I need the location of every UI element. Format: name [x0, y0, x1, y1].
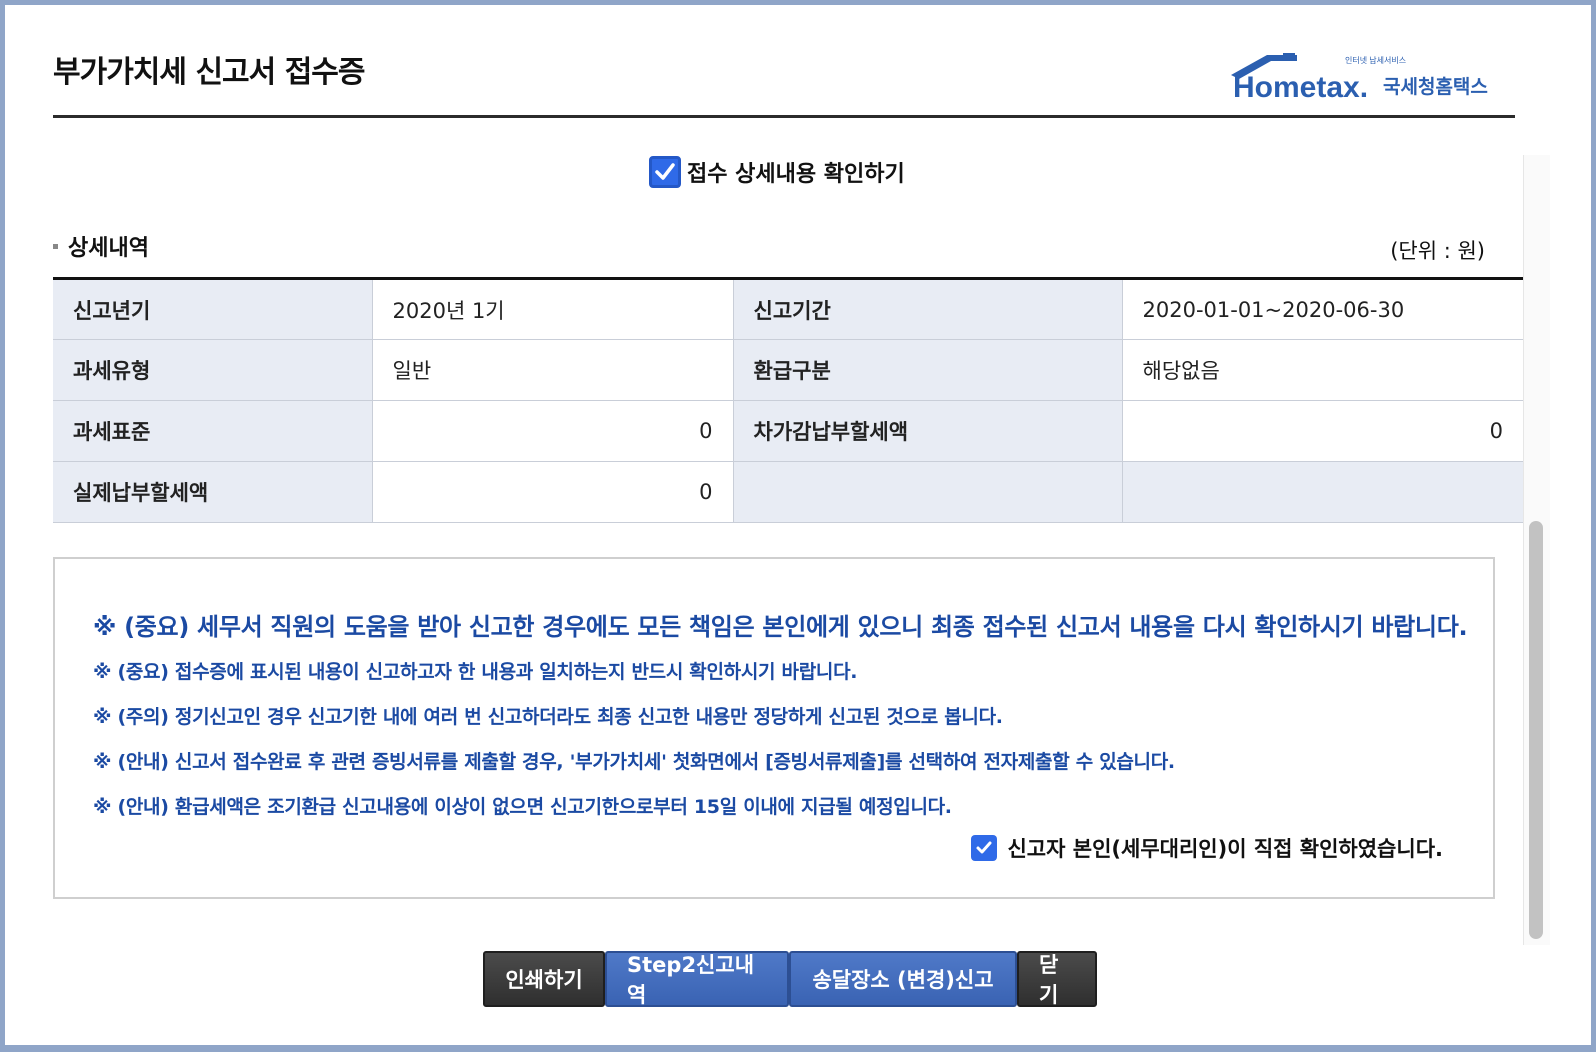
- confirm-detail-checkbox[interactable]: [649, 156, 681, 188]
- row-value: 2020-01-01~2020-06-30: [1121, 278, 1523, 340]
- notice-line: ※ (안내) 신고서 접수완료 후 관련 증빙서류를 제출할 경우, '부가가치…: [93, 751, 1175, 773]
- delivery-address-button[interactable]: 송달장소 (변경)신고: [789, 951, 1017, 1007]
- print-button[interactable]: 인쇄하기: [483, 951, 605, 1007]
- bullet-icon: [53, 243, 58, 249]
- action-buttons: 인쇄하기 Step2신고내역 송달장소 (변경)신고 닫기: [483, 951, 1097, 1007]
- row-value: 일반: [371, 339, 734, 401]
- page-header: 부가가치세 신고서 접수증 인터넷 납세서비스 Hometax. 국세청홈택스: [53, 43, 1515, 118]
- row-value: 해당없음: [1121, 339, 1523, 401]
- row-label: 신고기간: [732, 278, 1123, 340]
- row-label: 환급구분: [732, 339, 1123, 401]
- self-confirm-row[interactable]: 신고자 본인(세무대리인)이 직접 확인하였습니다.: [971, 833, 1443, 863]
- row-label: 실제납부할세액: [53, 461, 373, 523]
- empty-cell: [1121, 461, 1523, 523]
- row-value: 0: [371, 461, 734, 523]
- empty-cell: [732, 461, 1123, 523]
- popup-window: 부가가치세 신고서 접수증 인터넷 납세서비스 Hometax. 국세청홈택스 …: [0, 0, 1596, 1052]
- row-label: 신고년기: [53, 278, 373, 340]
- row-label: 차가감납부할세액: [732, 400, 1123, 462]
- row-value: 2020년 1기: [371, 278, 734, 340]
- table-row: 신고년기 2020년 1기 신고기간 2020-01-01~2020-06-30: [53, 278, 1523, 340]
- svg-text:인터넷 납세서비스: 인터넷 납세서비스: [1345, 55, 1406, 65]
- row-label: 과세표준: [53, 400, 373, 462]
- notice-line: ※ (주의) 정기신고인 경우 신고기한 내에 여러 번 신고하더라도 최종 신…: [93, 706, 1003, 728]
- hometax-logo: 인터넷 납세서비스 Hometax. 국세청홈택스: [1225, 51, 1515, 107]
- confirm-detail-label: 접수 상세내용 확인하기: [687, 162, 905, 187]
- self-confirm-label: 신고자 본인(세무대리인)이 직접 확인하였습니다.: [1007, 837, 1443, 861]
- section-title: 상세내역: [53, 230, 149, 262]
- step2-history-button[interactable]: Step2신고내역: [605, 951, 789, 1007]
- page-title: 부가가치세 신고서 접수증: [53, 55, 365, 90]
- svg-text:국세청홈택스: 국세청홈택스: [1383, 75, 1488, 98]
- row-value: 0: [371, 400, 734, 462]
- svg-text:Hometax.: Hometax.: [1233, 71, 1368, 104]
- self-confirm-checkbox[interactable]: [971, 835, 998, 861]
- content-area: 접수 상세내용 확인하기 상세내역 (단위 : 원) 신고년기 2020년 1기…: [53, 155, 1553, 945]
- notice-box: ※ (중요) 세무서 직원의 도움을 받아 신고한 경우에도 모든 책임은 본인…: [53, 557, 1495, 899]
- notice-line: ※ (안내) 환급세액은 조기환급 신고내용에 이상이 없으면 신고기한으로부터…: [93, 796, 952, 818]
- check-mark-icon: [655, 163, 675, 180]
- unit-label: (단위 : 원): [1390, 239, 1485, 263]
- close-button[interactable]: 닫기: [1017, 951, 1097, 1007]
- row-value: 0: [1121, 400, 1523, 462]
- table-row: 실제납부할세액 0: [53, 461, 1523, 523]
- notice-line: ※ (중요) 접수증에 표시된 내용이 신고하고자 한 내용과 일치하는지 반드…: [93, 661, 858, 683]
- section-title-text: 상세내역: [68, 236, 149, 261]
- table-row: 과세유형 일반 환급구분 해당없음: [53, 339, 1523, 401]
- confirm-detail-row[interactable]: 접수 상세내용 확인하기: [649, 155, 905, 189]
- table-row: 과세표준 0 차가감납부할세액 0: [53, 400, 1523, 462]
- check-mark-icon: [976, 841, 992, 854]
- row-label: 과세유형: [53, 339, 373, 401]
- notice-line: ※ (중요) 세무서 직원의 도움을 받아 신고한 경우에도 모든 책임은 본인…: [93, 613, 1468, 641]
- detail-table: 신고년기 2020년 1기 신고기간 2020-01-01~2020-06-30…: [53, 277, 1523, 523]
